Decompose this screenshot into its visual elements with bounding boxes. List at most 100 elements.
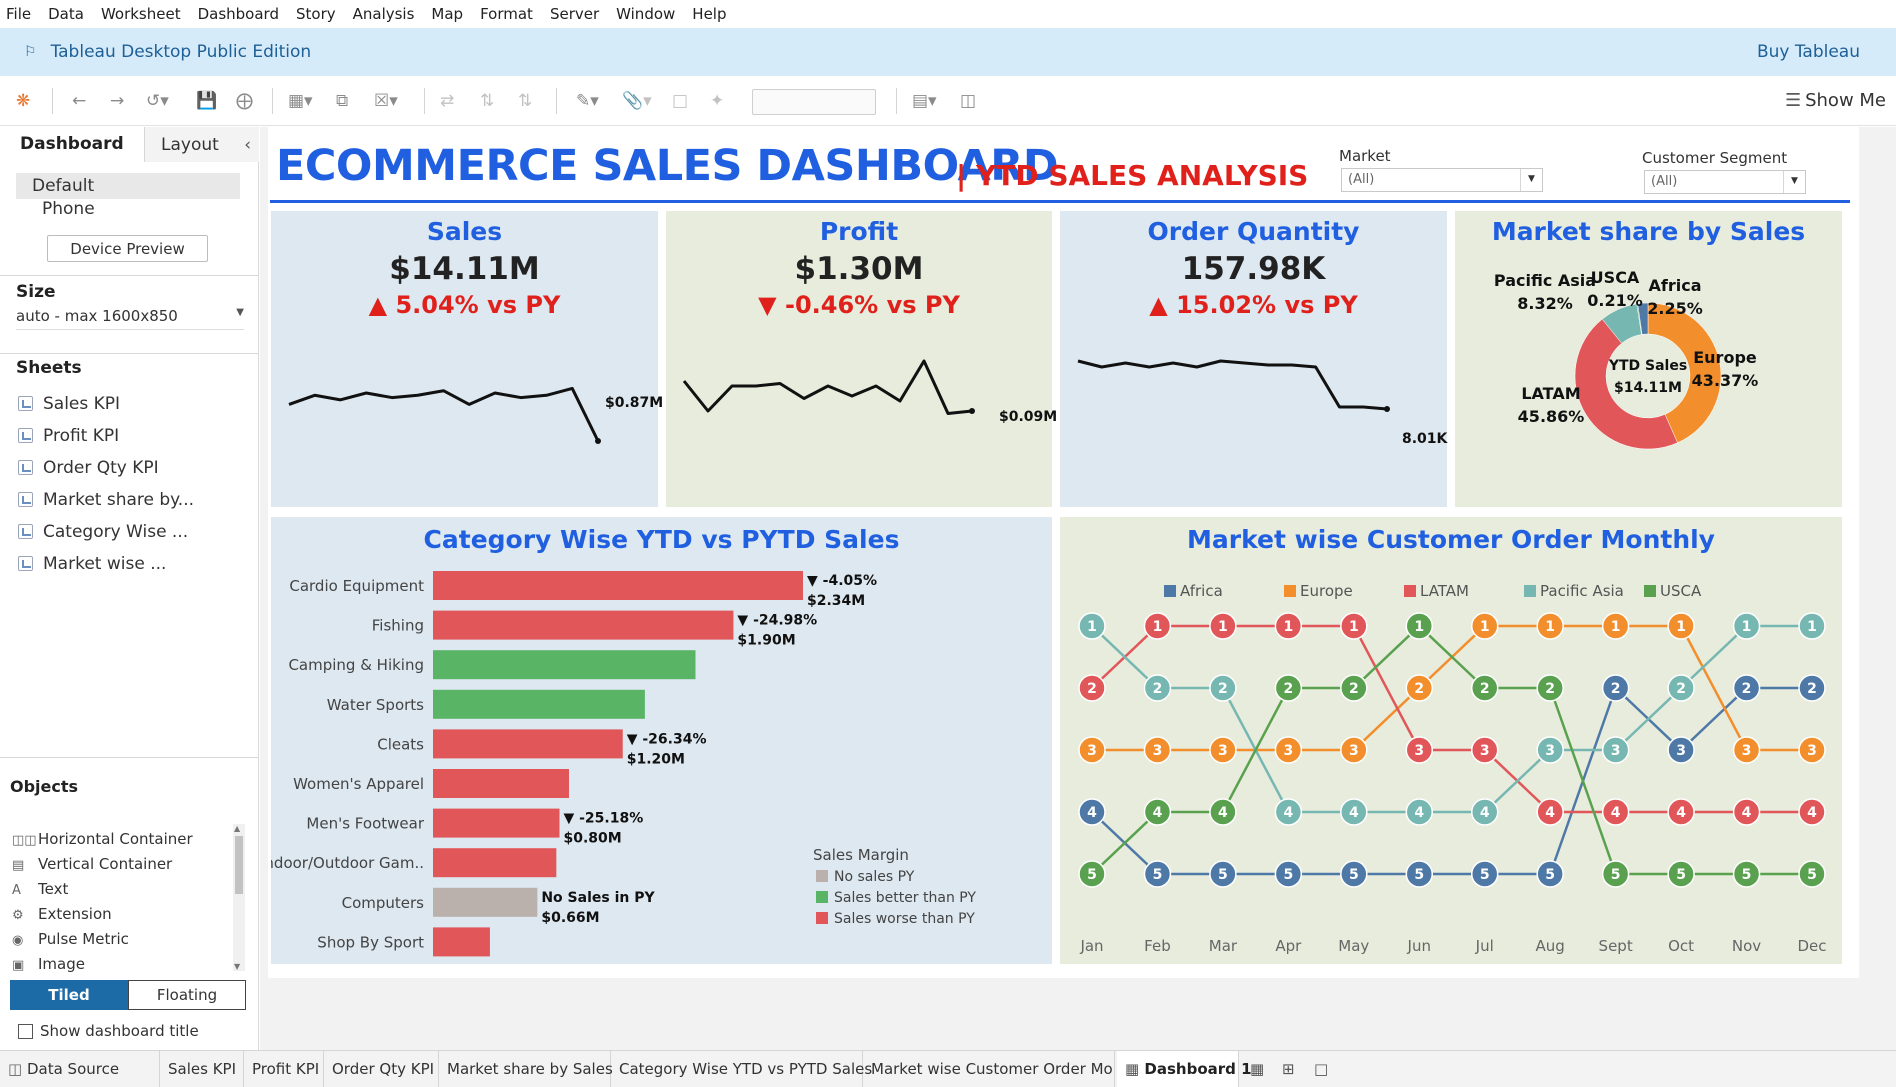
group-icon[interactable]: 📎▾ — [622, 91, 652, 111]
object-extension[interactable]: ⚙ Extension — [12, 905, 112, 923]
segment-filter-dropdown[interactable]: (All) ▼ — [1644, 170, 1806, 194]
rank-label: 2 — [1742, 681, 1752, 697]
collapse-chevron-icon[interactable]: ‹ — [244, 135, 251, 155]
sheet-item[interactable]: Market wise ... — [18, 554, 166, 574]
show-me-icon: ☰ — [1784, 90, 1802, 111]
object-pulse-metric[interactable]: ◉ Pulse Metric — [12, 930, 129, 948]
object-label: Text — [38, 880, 69, 898]
dropdown-arrow-icon: ▼ — [236, 307, 244, 318]
menu-analysis[interactable]: Analysis — [353, 5, 415, 23]
side-pane-tabs: Dashboard Layout ‹ — [0, 127, 259, 162]
new-worksheet-icon[interactable]: ▦▾ — [288, 91, 313, 111]
new-worksheet-tab-icon[interactable]: ▦ — [1250, 1060, 1264, 1078]
tableau-logo-icon[interactable]: ❋ — [16, 91, 30, 111]
menu-file[interactable]: File — [6, 5, 31, 23]
rank-label: 4 — [1414, 805, 1424, 821]
menu-map[interactable]: Map — [431, 5, 463, 23]
sheet-tab[interactable]: Profit KPI — [244, 1051, 324, 1087]
menu-bar: File Data Worksheet Dashboard Story Anal… — [0, 0, 1896, 28]
object-vertical-container[interactable]: ▤ Vertical Container — [12, 855, 172, 873]
duplicate-icon[interactable]: ⧉ — [336, 91, 348, 111]
clear-sheet-icon[interactable]: ☒▾ — [374, 91, 398, 111]
market-filter-value: (All) — [1348, 172, 1375, 187]
order-qty-kpi-panel[interactable]: Order Quantity 157.98K ▲ 15.02% vs PY 8.… — [1060, 211, 1447, 507]
sort-asc-icon[interactable]: ⇅ — [480, 91, 494, 111]
market-rank-panel[interactable]: Market wise Customer Order Monthly Afric… — [1060, 517, 1842, 964]
tab-dashboard-1[interactable]: ▦ Dashboard 1 — [1117, 1051, 1252, 1087]
sheet-item[interactable]: Sales KPI — [18, 394, 120, 414]
sheet-tab[interactable]: Order Qty KPI — [324, 1051, 439, 1087]
sheet-tab[interactable]: Market share by Sales — [439, 1051, 613, 1087]
divider — [0, 353, 259, 354]
sort-desc-icon[interactable]: ⇅ — [518, 91, 532, 111]
menu-server[interactable]: Server — [550, 5, 599, 23]
category-panel[interactable]: Category Wise YTD vs PYTD Sales Cardio E… — [271, 517, 1052, 964]
buy-tableau-link[interactable]: Buy Tableau — [1757, 42, 1860, 62]
label-icon[interactable]: □ — [672, 91, 688, 111]
show-me-button[interactable]: ☰ Show Me — [1785, 90, 1886, 111]
floating-button[interactable]: Floating — [128, 980, 246, 1010]
new-story-tab-icon[interactable]: □ — [1314, 1060, 1328, 1078]
swap-icon[interactable]: ⇄ — [440, 91, 454, 111]
object-text[interactable]: A Text — [12, 880, 68, 898]
checkbox-box[interactable] — [18, 1024, 33, 1039]
sales-sparkline — [288, 386, 601, 444]
new-data-source-icon[interactable]: ⨁ — [236, 91, 253, 111]
pin-icon[interactable]: ✦ — [710, 91, 724, 111]
tiled-button[interactable]: Tiled — [10, 980, 128, 1010]
object-image[interactable]: ▣ Image — [12, 955, 85, 973]
replay-icon[interactable]: ↺▾ — [146, 91, 169, 111]
sheet-tab[interactable]: Market wise Customer Order Mo... — [863, 1051, 1115, 1087]
market-filter-dropdown[interactable]: (All) ▼ — [1341, 168, 1543, 192]
bar-change-label: ▼ -25.18% — [563, 811, 643, 827]
save-icon[interactable]: 💾 — [196, 91, 217, 111]
menu-dashboard[interactable]: Dashboard — [198, 5, 279, 23]
scroll-thumb[interactable] — [235, 836, 243, 894]
fit-dropdown[interactable] — [752, 89, 876, 115]
legend-label: Sales worse than PY — [834, 911, 975, 927]
rank-label: 5 — [1218, 867, 1228, 883]
donut-slice-name: Pacific Asia — [1494, 271, 1596, 290]
undo-icon[interactable]: ← — [72, 91, 86, 111]
redo-icon[interactable]: → — [110, 91, 124, 111]
size-dropdown[interactable]: auto - max 1600x850 ▼ — [16, 307, 244, 330]
sales-kpi-panel[interactable]: Sales $14.11M ▲ 5.04% vs PY $0.87M — [271, 211, 663, 507]
device-default[interactable]: Default — [16, 173, 240, 199]
tab-dashboard[interactable]: Dashboard — [0, 127, 144, 162]
rank-label: 3 — [1283, 743, 1293, 759]
scroll-up-icon[interactable]: ▲ — [234, 824, 240, 833]
spark-end-label: $0.09M — [999, 409, 1058, 425]
legend-swatch — [1524, 585, 1536, 597]
menu-worksheet[interactable]: Worksheet — [101, 5, 181, 23]
menu-window[interactable]: Window — [616, 5, 675, 23]
menu-data[interactable]: Data — [48, 5, 84, 23]
scroll-down-icon[interactable]: ▼ — [234, 962, 240, 971]
sheet-item[interactable]: Market share by... — [18, 490, 194, 510]
sheet-item[interactable]: Profit KPI — [18, 426, 119, 446]
menu-help[interactable]: Help — [692, 5, 726, 23]
presentation-icon[interactable]: ◫ — [960, 91, 976, 111]
title-underline — [270, 200, 1850, 203]
device-preview-button[interactable]: Device Preview — [47, 235, 208, 262]
menu-format[interactable]: Format — [480, 5, 533, 23]
tab-layout[interactable]: Layout ‹ — [144, 127, 259, 162]
sheet-tab[interactable]: Category Wise YTD vs PYTD Sales — [611, 1051, 872, 1087]
donut-center-label: YTD Sales — [1608, 358, 1687, 374]
category-label: Men's Footwear — [306, 815, 424, 833]
show-cards-icon[interactable]: ▤▾ — [912, 91, 937, 111]
sheet-tab[interactable]: Sales KPI — [160, 1051, 244, 1087]
show-dashboard-title-checkbox[interactable]: Show dashboard title — [18, 1022, 199, 1040]
new-dashboard-tab-icon[interactable]: ⊞ — [1282, 1060, 1295, 1078]
device-phone[interactable]: Phone — [42, 199, 95, 219]
objects-scrollbar[interactable]: ▲ ▼ — [233, 824, 245, 971]
sheet-label: Sales KPI — [43, 394, 121, 414]
object-horizontal-container[interactable]: ◫◫Horizontal Container — [12, 830, 193, 848]
highlight-icon[interactable]: ✎▾ — [576, 91, 599, 111]
sheet-item[interactable]: Order Qty KPI — [18, 458, 159, 478]
tab-data-source[interactable]: ◫ Data Source — [0, 1051, 160, 1087]
sheet-item[interactable]: Category Wise ... — [18, 522, 188, 542]
sheet-label: Market wise ... — [43, 554, 167, 574]
menu-story[interactable]: Story — [296, 5, 336, 23]
profit-kpi-panel[interactable]: Profit $1.30M ▼ -0.46% vs PY $0.09M — [666, 211, 1057, 507]
market-share-panel[interactable]: Market share by Sales YTD Sales $14.11M Eu… — [1455, 211, 1842, 507]
